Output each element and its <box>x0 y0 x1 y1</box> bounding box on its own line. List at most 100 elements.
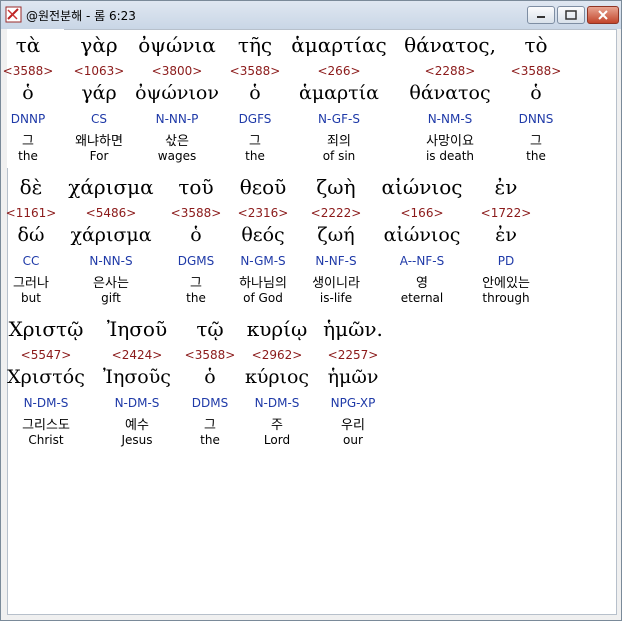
word-parse: DGMS <box>177 254 215 268</box>
word-greek[interactable]: ἐν <box>495 175 518 199</box>
word-lemma: κύριος <box>244 366 310 388</box>
word-greek[interactable]: θάνατος, <box>404 33 496 57</box>
word-eng: through <box>482 291 530 305</box>
word-greek[interactable]: γὰρ <box>80 33 117 57</box>
word-kor: 안에있는 <box>482 276 530 291</box>
app-window: @원전분해 - 롬 6:23 τὰ <3588> ὁ DNNP 그 the γὰρ <1063… <box>0 0 622 621</box>
word-strong: <1722> <box>480 206 532 220</box>
word-lemma: ὁ <box>530 82 542 104</box>
word-lemma: Ἰησοῦς <box>103 366 171 388</box>
word-kor: 사망이요 <box>426 134 474 149</box>
word-parse: N-GM-S <box>240 254 286 268</box>
word-greek[interactable]: τοῦ <box>178 175 213 199</box>
word-parse: N-DM-S <box>254 396 300 410</box>
word-lemma: ὁ <box>22 82 34 104</box>
app-icon <box>5 6 22 23</box>
word-greek[interactable]: κυρίῳ <box>247 317 308 341</box>
word-eng: gift <box>101 291 121 305</box>
word-kor: 그 <box>249 134 261 149</box>
word-kor: 생이니라 <box>312 276 360 291</box>
word-eng: of God <box>243 291 283 305</box>
word-kor: 그 <box>204 418 216 433</box>
word-kor: 은사는 <box>93 276 129 291</box>
word-greek[interactable]: Ἰησοῦ <box>107 317 167 341</box>
word-eng: is death <box>425 149 475 163</box>
word-lemma: ὁ <box>190 224 202 246</box>
word-kor: 그러나 <box>13 276 49 291</box>
word-strong: <166> <box>400 206 444 220</box>
word-greek[interactable]: θεοῦ <box>240 175 287 199</box>
word-kor: 그 <box>530 134 542 149</box>
word-greek[interactable]: ὀψώνια <box>138 33 216 57</box>
word-kor: 삯은 <box>165 134 189 149</box>
word-greek[interactable]: τῆς <box>238 33 272 57</box>
word-strong: <3588> <box>184 348 236 362</box>
word-kor: 영 <box>416 276 428 291</box>
window-title: @원전분해 - 롬 6:23 <box>26 9 136 23</box>
close-icon <box>598 10 608 20</box>
word-parse: DNNS <box>518 112 554 126</box>
word-strong: <3588> <box>2 64 54 78</box>
word-greek[interactable]: τῷ <box>196 317 223 341</box>
maximize-icon <box>565 10 577 20</box>
word-strong: <2257> <box>327 348 379 362</box>
maximize-button[interactable] <box>557 6 585 24</box>
word-lemma: ζωή <box>317 224 355 246</box>
word-greek[interactable]: ἁμαρτίας <box>291 33 386 57</box>
word-eng: the <box>245 149 265 163</box>
word-kor: 죄의 <box>327 134 351 149</box>
word-lemma: αἰώνιος <box>383 224 461 246</box>
word-kor: 그 <box>190 276 202 291</box>
word-strong: <1063> <box>73 64 125 78</box>
word-parse: CC <box>22 254 40 268</box>
word-kor: 예수 <box>125 418 149 433</box>
word-kor: 왜냐하면 <box>75 134 123 149</box>
word-strong: <2424> <box>111 348 163 362</box>
word-eng: Jesus <box>121 433 153 447</box>
word-parse: DGFS <box>238 112 272 126</box>
word-eng: our <box>343 433 363 447</box>
word-eng: is-life <box>319 291 353 305</box>
word-lemma: ἡμῶν <box>327 366 379 388</box>
word-lemma: θάνατος <box>409 82 491 104</box>
word-lemma: Χριστός <box>7 366 85 388</box>
word-eng: For <box>89 149 109 163</box>
word-parse: N-NN-S <box>89 254 133 268</box>
word-greek[interactable]: χάρισμα <box>68 175 153 199</box>
word-strong: <2288> <box>424 64 476 78</box>
word-strong: <3588> <box>170 206 222 220</box>
word-strong: <2962> <box>251 348 303 362</box>
word-strong: <5486> <box>85 206 137 220</box>
word-lemma: δώ <box>17 224 45 246</box>
word-greek[interactable]: ἡμῶν. <box>323 317 383 341</box>
word-parse: PD <box>497 254 515 268</box>
word-greek[interactable]: αἰώνιος <box>382 175 463 199</box>
word-greek[interactable]: ζωὴ <box>316 175 355 199</box>
title-bar[interactable]: @원전분해 - 롬 6:23 <box>1 1 621 29</box>
word-eng: Christ <box>28 433 64 447</box>
minimize-button[interactable] <box>527 6 555 24</box>
word-greek[interactable]: τὰ <box>16 33 41 57</box>
word-eng: the <box>18 149 38 163</box>
word-eng: but <box>21 291 41 305</box>
close-button[interactable] <box>587 6 619 24</box>
word-strong: <3588> <box>510 64 562 78</box>
word-parse: N-DM-S <box>114 396 160 410</box>
word-eng: the <box>526 149 546 163</box>
word-lemma: γάρ <box>81 82 117 104</box>
word-eng: the <box>200 433 220 447</box>
word-kor: 주 <box>271 418 283 433</box>
word-strong: <2222> <box>310 206 362 220</box>
word-strong: <1161> <box>5 206 57 220</box>
word-lemma: χάρισμα <box>70 224 152 246</box>
word-eng: the <box>186 291 206 305</box>
word-parse: N-NF-S <box>315 254 357 268</box>
word-lemma: ὀψώνιον <box>135 82 219 104</box>
word-greek[interactable]: Χριστῷ <box>9 317 84 341</box>
word-greek[interactable]: τὸ <box>524 33 547 57</box>
word-strong: <266> <box>317 64 361 78</box>
word-lemma: θεός <box>241 224 285 246</box>
minimize-icon <box>537 16 545 18</box>
word-strong: <3588> <box>229 64 281 78</box>
word-greek[interactable]: δὲ <box>20 175 43 199</box>
